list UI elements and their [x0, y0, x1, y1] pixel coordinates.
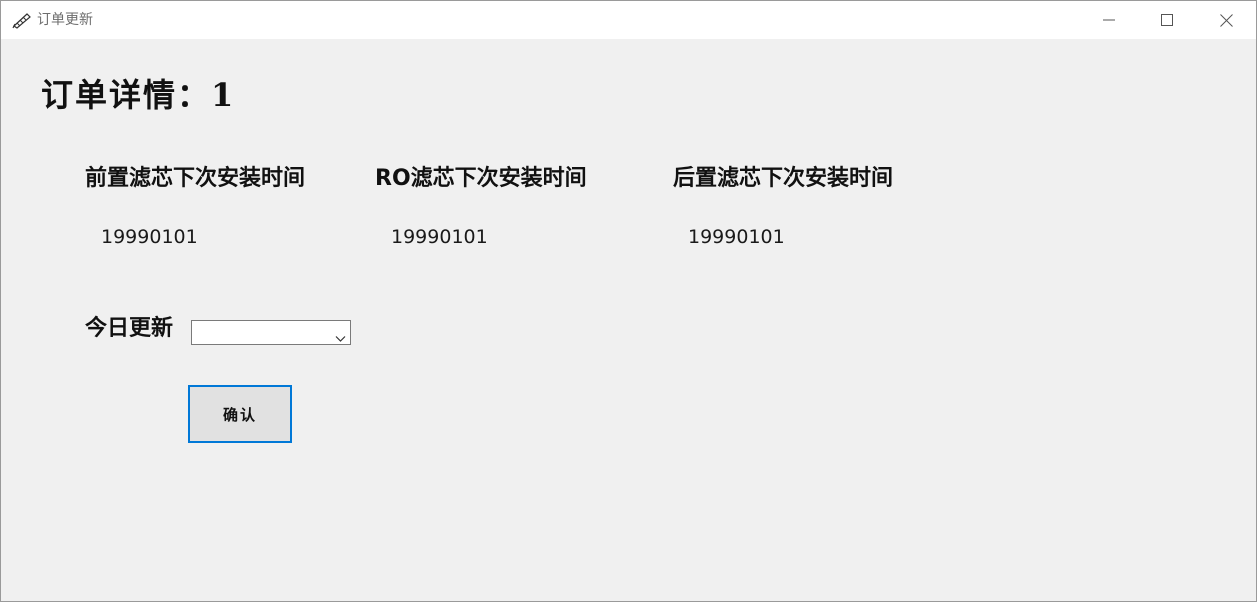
- pencil-ruler-icon: [12, 11, 32, 29]
- today-update-select[interactable]: [191, 320, 351, 345]
- pre-filter-value: 19990101: [101, 226, 198, 248]
- today-update-label: 今日更新: [85, 316, 174, 341]
- minimize-icon: [1103, 14, 1115, 26]
- chevron-down-icon: [335, 328, 346, 347]
- order-update-window: 订单更新 订单详情：1 前置滤芯下次安装时间 RO滤芯下次安装时间 后置滤芯下次…: [0, 0, 1257, 602]
- minimize-button[interactable]: [1080, 1, 1138, 39]
- title-bar[interactable]: 订单更新: [1, 1, 1256, 39]
- maximize-button[interactable]: [1138, 1, 1196, 39]
- order-detail-heading: 订单详情：1: [41, 76, 236, 114]
- ro-filter-label: RO滤芯下次安装时间: [375, 166, 587, 191]
- pre-filter-label: 前置滤芯下次安装时间: [85, 166, 306, 191]
- window-title: 订单更新: [37, 12, 93, 28]
- ro-filter-value: 19990101: [391, 226, 488, 248]
- maximize-icon: [1161, 14, 1173, 26]
- close-button[interactable]: [1197, 1, 1255, 39]
- close-icon: [1219, 13, 1233, 27]
- confirm-button[interactable]: 确认: [188, 385, 292, 443]
- post-filter-label: 后置滤芯下次安装时间: [673, 166, 894, 191]
- post-filter-value: 19990101: [688, 226, 785, 248]
